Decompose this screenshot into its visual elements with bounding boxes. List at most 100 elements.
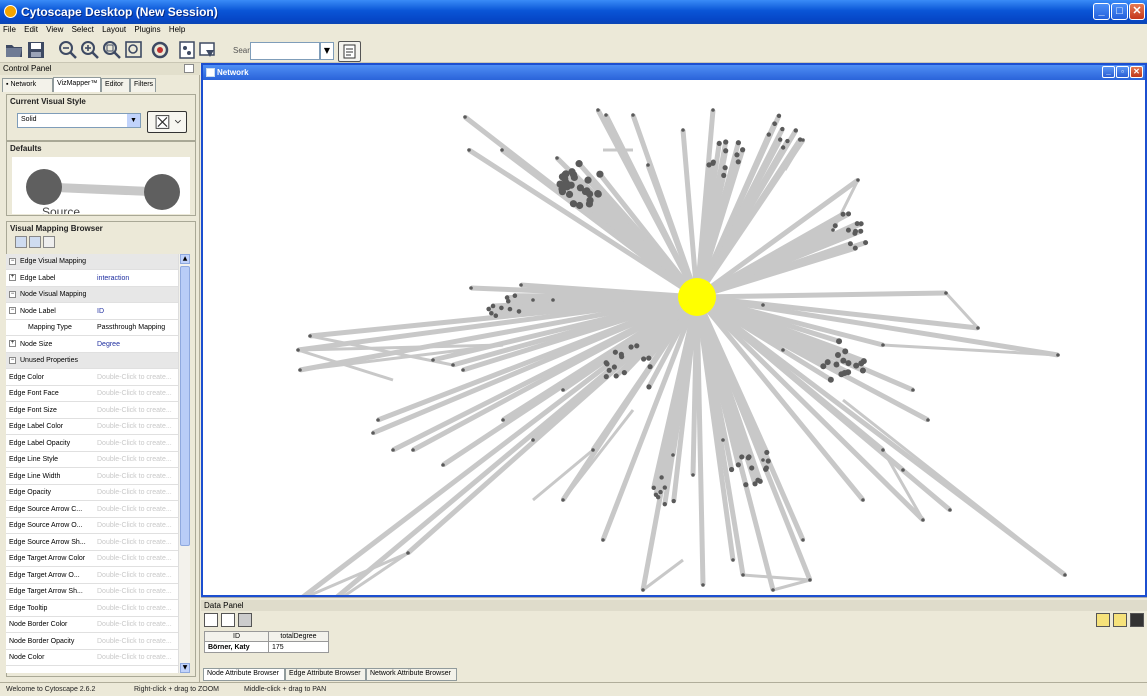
property-value[interactable]: Double-Click to create...	[97, 403, 182, 419]
cluster-node[interactable]	[739, 454, 745, 460]
network-node[interactable]	[500, 148, 504, 152]
network-node[interactable]	[641, 588, 645, 592]
property-row[interactable]: Edge Font Size Double-Click to create...	[6, 403, 182, 419]
cluster-node[interactable]	[780, 126, 785, 132]
cluster-node[interactable]	[858, 228, 864, 234]
property-row[interactable]: Edge Opacity Double-Click to create...	[6, 485, 182, 501]
collapse-icon[interactable]: −	[9, 257, 16, 265]
cluster-node[interactable]	[832, 223, 838, 229]
network-node[interactable]	[371, 431, 375, 435]
network-graph[interactable]	[203, 80, 1145, 619]
cluster-node[interactable]	[854, 221, 860, 227]
defaults-preview[interactable]: Source	[12, 157, 190, 214]
network-node[interactable]	[881, 448, 885, 452]
cluster-node[interactable]	[836, 338, 843, 345]
cluster-node[interactable]	[863, 240, 869, 246]
cluster-node[interactable]	[621, 370, 627, 376]
cluster-node[interactable]	[606, 367, 612, 373]
cluster-node[interactable]	[859, 367, 866, 374]
network-node[interactable]	[406, 551, 410, 555]
network-node[interactable]	[711, 108, 715, 112]
cluster-node[interactable]	[489, 310, 494, 316]
property-row[interactable]: Edge Target Arrow O... Double-Click to cr…	[6, 568, 182, 584]
property-row[interactable]: Edge Source Arrow O... Double-Click to cr…	[6, 518, 182, 534]
zoom-fit-icon[interactable]	[124, 40, 144, 60]
cell-id[interactable]: Börner, Katy	[204, 641, 269, 653]
property-value[interactable]: Double-Click to create...	[97, 601, 182, 617]
cluster-node[interactable]	[581, 187, 590, 196]
property-row[interactable]: Edge Label Color Double-Click to create..…	[6, 419, 182, 435]
network-maximize-icon[interactable]: ▫	[1116, 66, 1129, 78]
network-canvas[interactable]	[203, 80, 1145, 619]
network-edge[interactable]	[552, 294, 698, 303]
cluster-node[interactable]	[734, 152, 740, 158]
tab-network[interactable]: ▪ Network	[2, 78, 53, 92]
visual-style-options-button[interactable]	[147, 111, 187, 133]
property-row[interactable]: Edge Font Face Double-Click to create...	[6, 386, 182, 402]
network-node[interactable]	[771, 588, 775, 592]
property-value[interactable]: Double-Click to create...	[97, 535, 182, 551]
cluster-node[interactable]	[612, 349, 618, 355]
collapse-icon[interactable]: −	[9, 307, 16, 315]
cluster-node[interactable]	[757, 478, 763, 484]
property-value[interactable]: Double-Click to create...	[97, 452, 182, 468]
network-node[interactable]	[856, 178, 860, 182]
cluster-node[interactable]	[820, 363, 827, 370]
cluster-node[interactable]	[728, 466, 735, 473]
cluster-node[interactable]	[662, 485, 668, 490]
cluster-node[interactable]	[735, 462, 741, 468]
close-icon[interactable]: ✕	[1129, 3, 1145, 20]
cluster-node[interactable]	[507, 306, 513, 312]
cluster-node[interactable]	[662, 501, 667, 507]
delete-attribute-icon[interactable]	[238, 613, 252, 627]
property-row[interactable]: Edge Color Double-Click to create...	[6, 370, 182, 386]
cluster-node[interactable]	[584, 176, 592, 184]
maximize-icon[interactable]: □	[1111, 3, 1128, 20]
property-value[interactable]: Double-Click to create...	[97, 436, 182, 452]
cluster-node[interactable]	[499, 305, 504, 311]
cluster-node[interactable]	[853, 228, 859, 234]
property-row[interactable]: Edge Source Arrow C... Double-Click to cr…	[6, 502, 182, 518]
property-value[interactable]: Double-Click to create...	[97, 370, 182, 386]
menu-file[interactable]: File	[0, 24, 19, 35]
menu-edit[interactable]: Edit	[21, 24, 41, 35]
description-icon[interactable]	[43, 236, 55, 248]
scrollbar-thumb[interactable]	[180, 266, 190, 546]
tab-editor[interactable]: Editor	[101, 78, 130, 92]
cluster-node[interactable]	[793, 128, 798, 133]
cluster-node[interactable]	[722, 165, 728, 171]
zoom-selected-icon[interactable]	[102, 40, 122, 60]
property-category-row[interactable]: − Unused Properties	[6, 353, 182, 369]
network-node[interactable]	[461, 368, 465, 372]
cluster-node[interactable]	[766, 132, 772, 137]
cluster-node[interactable]	[780, 145, 786, 150]
cluster-node[interactable]	[486, 306, 491, 312]
network-node[interactable]	[604, 113, 608, 117]
network-node[interactable]	[1063, 573, 1067, 577]
cluster-node[interactable]	[575, 160, 583, 168]
network-node[interactable]	[801, 138, 805, 142]
property-row[interactable]: + Edge Label interaction	[6, 271, 182, 287]
network-node[interactable]	[298, 368, 302, 372]
cluster-node[interactable]	[651, 485, 656, 491]
network-node[interactable]	[701, 583, 705, 587]
property-value[interactable]: Double-Click to create...	[97, 518, 182, 534]
cluster-node[interactable]	[777, 137, 783, 142]
network-node[interactable]	[831, 228, 835, 232]
network-node[interactable]	[467, 148, 471, 152]
network-node[interactable]	[451, 363, 455, 367]
search-options-button[interactable]	[338, 41, 361, 62]
cluster-node[interactable]	[772, 121, 777, 126]
scroll-down-icon[interactable]: ▼	[180, 663, 190, 673]
network-node[interactable]	[691, 473, 695, 477]
network-node[interactable]	[948, 508, 952, 512]
tab-vizmapper[interactable]: VizMapper™	[53, 77, 101, 92]
cluster-node[interactable]	[840, 357, 847, 364]
network-node[interactable]	[431, 358, 435, 362]
property-value[interactable]: Passthrough Mapping	[97, 320, 182, 336]
network-node[interactable]	[391, 448, 395, 452]
cluster-node[interactable]	[846, 211, 852, 217]
cluster-node[interactable]	[565, 190, 574, 198]
cluster-node[interactable]	[641, 356, 647, 362]
network-node[interactable]	[808, 578, 812, 582]
